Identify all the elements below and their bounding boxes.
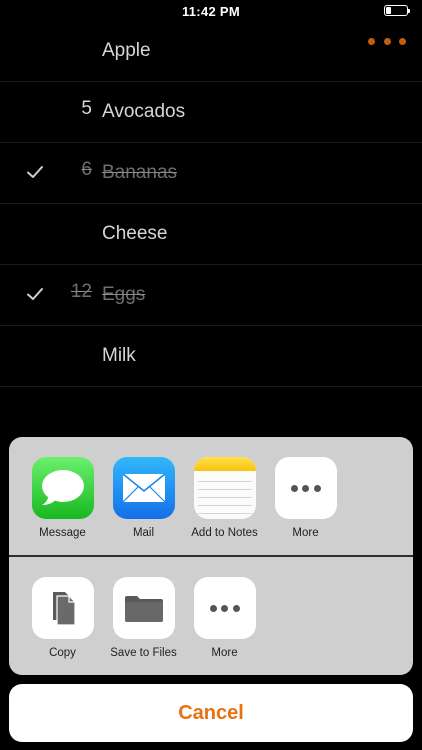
action-label: Copy bbox=[49, 647, 76, 659]
cancel-label: Cancel bbox=[178, 701, 244, 724]
share-more-apps-button[interactable]: More bbox=[265, 437, 346, 555]
grocery-list: Apple 5 Avocados 6 Bananas Cheese 12 Egg… bbox=[0, 21, 422, 387]
item-name: Cheese bbox=[102, 223, 168, 244]
share-apps-row: Message Mail Add to Notes More bbox=[9, 437, 413, 555]
share-message-button[interactable]: Message bbox=[22, 437, 103, 555]
save-to-files-button[interactable]: Save to Files bbox=[103, 557, 184, 675]
folder-icon bbox=[112, 577, 175, 639]
checkmark-icon bbox=[27, 288, 43, 300]
action-label: Save to Files bbox=[110, 647, 177, 659]
cancel-button[interactable]: Cancel bbox=[9, 684, 413, 742]
checkmark-icon bbox=[27, 166, 43, 178]
share-notes-button[interactable]: Add to Notes bbox=[184, 437, 265, 555]
item-quantity: 5 bbox=[81, 98, 92, 119]
action-label: More bbox=[211, 647, 238, 659]
status-time: 11:42 PM bbox=[181, 4, 241, 19]
copy-icon bbox=[31, 577, 94, 639]
share-label: Add to Notes bbox=[191, 527, 258, 539]
more-icon bbox=[274, 457, 337, 519]
battery-icon bbox=[384, 5, 410, 16]
list-item[interactable]: Milk bbox=[0, 326, 422, 387]
item-name: Milk bbox=[102, 345, 136, 366]
status-bar: 11:42 PM bbox=[0, 0, 422, 22]
share-label: More bbox=[292, 527, 319, 539]
more-actions-button[interactable]: More bbox=[184, 557, 265, 675]
copy-button[interactable]: Copy bbox=[22, 557, 103, 675]
list-item[interactable]: Cheese bbox=[0, 204, 422, 265]
share-mail-button[interactable]: Mail bbox=[103, 437, 184, 555]
share-label: Mail bbox=[132, 527, 155, 539]
item-quantity: 6 bbox=[81, 159, 92, 180]
item-name: Eggs bbox=[102, 284, 146, 305]
list-item[interactable]: 12 Eggs bbox=[0, 265, 422, 326]
share-label: Message bbox=[39, 527, 86, 539]
share-sheet: Message Mail Add to Notes More Copy Save… bbox=[9, 437, 413, 675]
list-item[interactable]: Apple bbox=[0, 21, 422, 82]
list-item[interactable]: 5 Avocados bbox=[0, 82, 422, 143]
more-icon bbox=[193, 577, 256, 639]
notes-icon bbox=[193, 457, 256, 519]
item-name: Apple bbox=[102, 40, 151, 61]
item-name: Avocados bbox=[102, 101, 186, 122]
item-quantity: 12 bbox=[70, 281, 92, 302]
message-icon bbox=[31, 457, 94, 519]
mail-icon bbox=[112, 457, 175, 519]
list-item[interactable]: 6 Bananas bbox=[0, 143, 422, 204]
item-name: Bananas bbox=[102, 162, 178, 183]
share-actions-row: Copy Save to Files More bbox=[9, 557, 413, 675]
